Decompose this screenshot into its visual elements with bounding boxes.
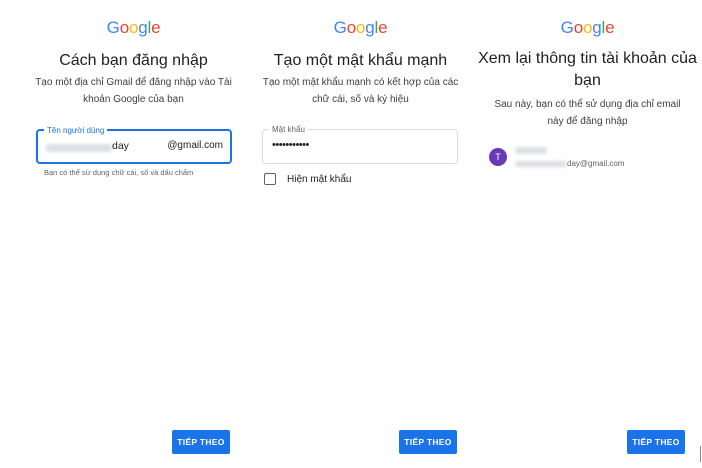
page-description: Tạo một địa chỉ Gmail để đăng nhập vào T…	[35, 77, 232, 105]
username-helper-text: Bạn có thể sử dụng chữ cái, số và dấu ch…	[44, 168, 194, 177]
next-button[interactable]: TIẾP THEO	[399, 430, 457, 454]
redacted-email-prefix	[515, 160, 567, 167]
page-title: Cách bạn đăng nhập	[59, 52, 208, 69]
logo-letter: o	[573, 18, 583, 37]
page-title: Tạo một mật khẩu mạnh	[273, 52, 448, 69]
google-logo: Google	[247, 18, 474, 38]
page-description: Sau này, bạn có thể sử dụng địa chỉ emai…	[494, 99, 681, 127]
redacted-username	[46, 144, 112, 152]
google-logo: Google	[20, 18, 247, 38]
username-label: Tên người dùng	[44, 125, 108, 136]
logo-letter: o	[119, 18, 129, 37]
step-password-panel: Google Tạo một mật khẩu mạnh Tạo một mật…	[247, 0, 474, 468]
logo-letter: e	[605, 18, 615, 37]
password-value: •••••••••••	[272, 139, 309, 151]
next-button[interactable]: TIẾP THEO	[172, 430, 230, 454]
avatar: T	[489, 148, 507, 166]
logo-letter: e	[378, 18, 388, 37]
google-logo: Google	[474, 18, 701, 38]
account-email: day@gmail.com	[515, 159, 624, 168]
logo-letter: o	[128, 18, 139, 37]
gmail-domain-suffix: @gmail.com	[167, 140, 223, 151]
step-username-panel: Google Cách bạn đăng nhập Tạo một địa ch…	[20, 0, 247, 468]
step-review-panel: Google Xem lại thông tin tài khoản của b…	[474, 0, 701, 468]
next-button[interactable]: TIẾP THEO	[627, 430, 685, 454]
text-cursor	[700, 446, 701, 462]
logo-letter: G	[560, 18, 574, 37]
logo-letter: o	[582, 18, 593, 37]
show-password-checkbox[interactable]	[264, 173, 276, 185]
logo-letter: G	[333, 18, 347, 37]
page-title: Xem lại thông tin tài khoản của bạn	[478, 50, 697, 89]
logo-letter: G	[106, 18, 120, 37]
logo-letter: o	[355, 18, 366, 37]
show-password-label[interactable]: Hiện mật khẩu	[287, 173, 351, 186]
logo-letter: o	[346, 18, 356, 37]
logo-letter: e	[151, 18, 161, 37]
username-field[interactable]: Tên người dùng day @gmail.com	[36, 125, 232, 164]
password-label: Mật khẩu	[269, 124, 308, 135]
username-value: day	[112, 140, 129, 152]
password-field[interactable]: Mật khẩu •••••••••••	[262, 124, 458, 164]
page-description: Tạo một mật khẩu mạnh có kết hợp của các…	[262, 77, 459, 105]
redacted-account-name	[515, 147, 547, 154]
